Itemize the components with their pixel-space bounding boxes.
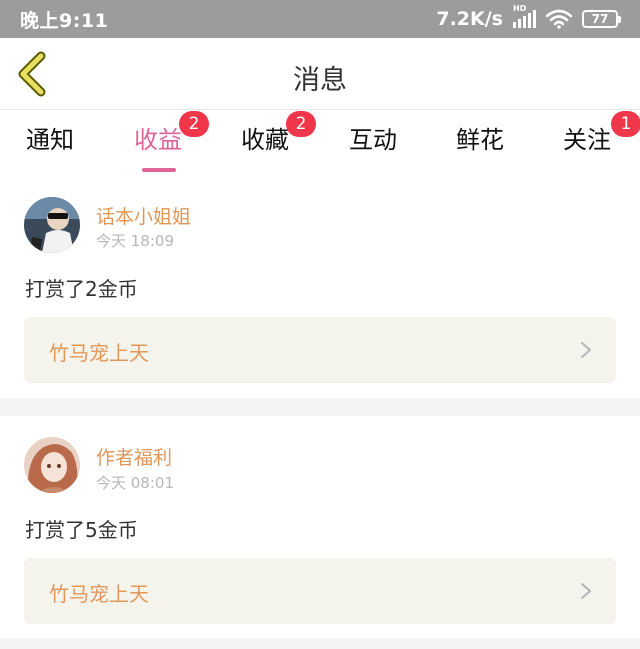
tab-favorites[interactable]: 收藏 2: [241, 111, 316, 172]
hd-label: HD: [513, 4, 527, 13]
tab-label: 鲜花: [456, 126, 504, 154]
message-text: 打赏了5金币: [25, 518, 138, 542]
book-link[interactable]: 竹马宠上天: [24, 558, 616, 624]
tab-label: 通知: [26, 126, 74, 154]
book-title: 竹马宠上天: [49, 582, 149, 606]
message-time: 今天 18:09: [96, 232, 174, 250]
battery-icon: 77: [582, 10, 621, 28]
message-card: 话本小姐姐 今天 18:09 打赏了2金币 竹马宠上天: [0, 178, 640, 398]
chevron-right-icon: [581, 583, 591, 599]
username: 话本小姐姐: [96, 206, 192, 228]
tab-earnings[interactable]: 收益 2: [134, 111, 209, 172]
status-icons: 7.2K/s HD 77: [436, 4, 621, 30]
wifi-icon: [546, 9, 572, 29]
message-text: 打赏了2金币: [25, 277, 138, 301]
page-title: 消息: [293, 65, 347, 96]
chevron-right-icon: [581, 342, 591, 358]
tab-label: 互动: [349, 126, 397, 154]
message-card: 作者福利 今天 08:01 打赏了5金币 竹马宠上天: [0, 416, 640, 638]
unread-badge: 1: [611, 111, 640, 137]
status-bar: 晚上9:11 7.2K/s HD 77: [0, 0, 640, 38]
tab-label: 收藏: [241, 126, 289, 154]
tab-following[interactable]: 关注 1: [563, 111, 640, 172]
unread-badge: 2: [286, 111, 316, 137]
unread-badge: 2: [179, 111, 209, 137]
status-time: 晚上9:11: [20, 9, 109, 32]
avatar-image: [24, 197, 80, 253]
avatar-image: [24, 437, 80, 493]
tab-label: 收益: [134, 126, 182, 154]
battery-level: 77: [591, 12, 609, 26]
active-tab-indicator: [142, 168, 176, 172]
avatar[interactable]: [24, 437, 80, 493]
network-speed: 7.2K/s: [436, 8, 503, 30]
tab-label: 关注: [563, 126, 611, 154]
tab-flowers[interactable]: 鲜花: [456, 120, 504, 172]
message-time: 今天 08:01: [96, 474, 174, 492]
tab-interactions[interactable]: 互动: [349, 120, 397, 172]
tab-bar: 通知 收益 2 收藏 2 互动 鲜花 关注 1: [0, 110, 640, 178]
avatar[interactable]: [24, 197, 80, 253]
tab-notifications[interactable]: 通知: [26, 120, 74, 172]
book-title: 竹马宠上天: [49, 341, 149, 365]
header-bar: 消息: [0, 38, 640, 110]
book-link[interactable]: 竹马宠上天: [24, 317, 616, 383]
username: 作者福利: [96, 447, 173, 469]
signal-icon: HD: [513, 4, 536, 28]
